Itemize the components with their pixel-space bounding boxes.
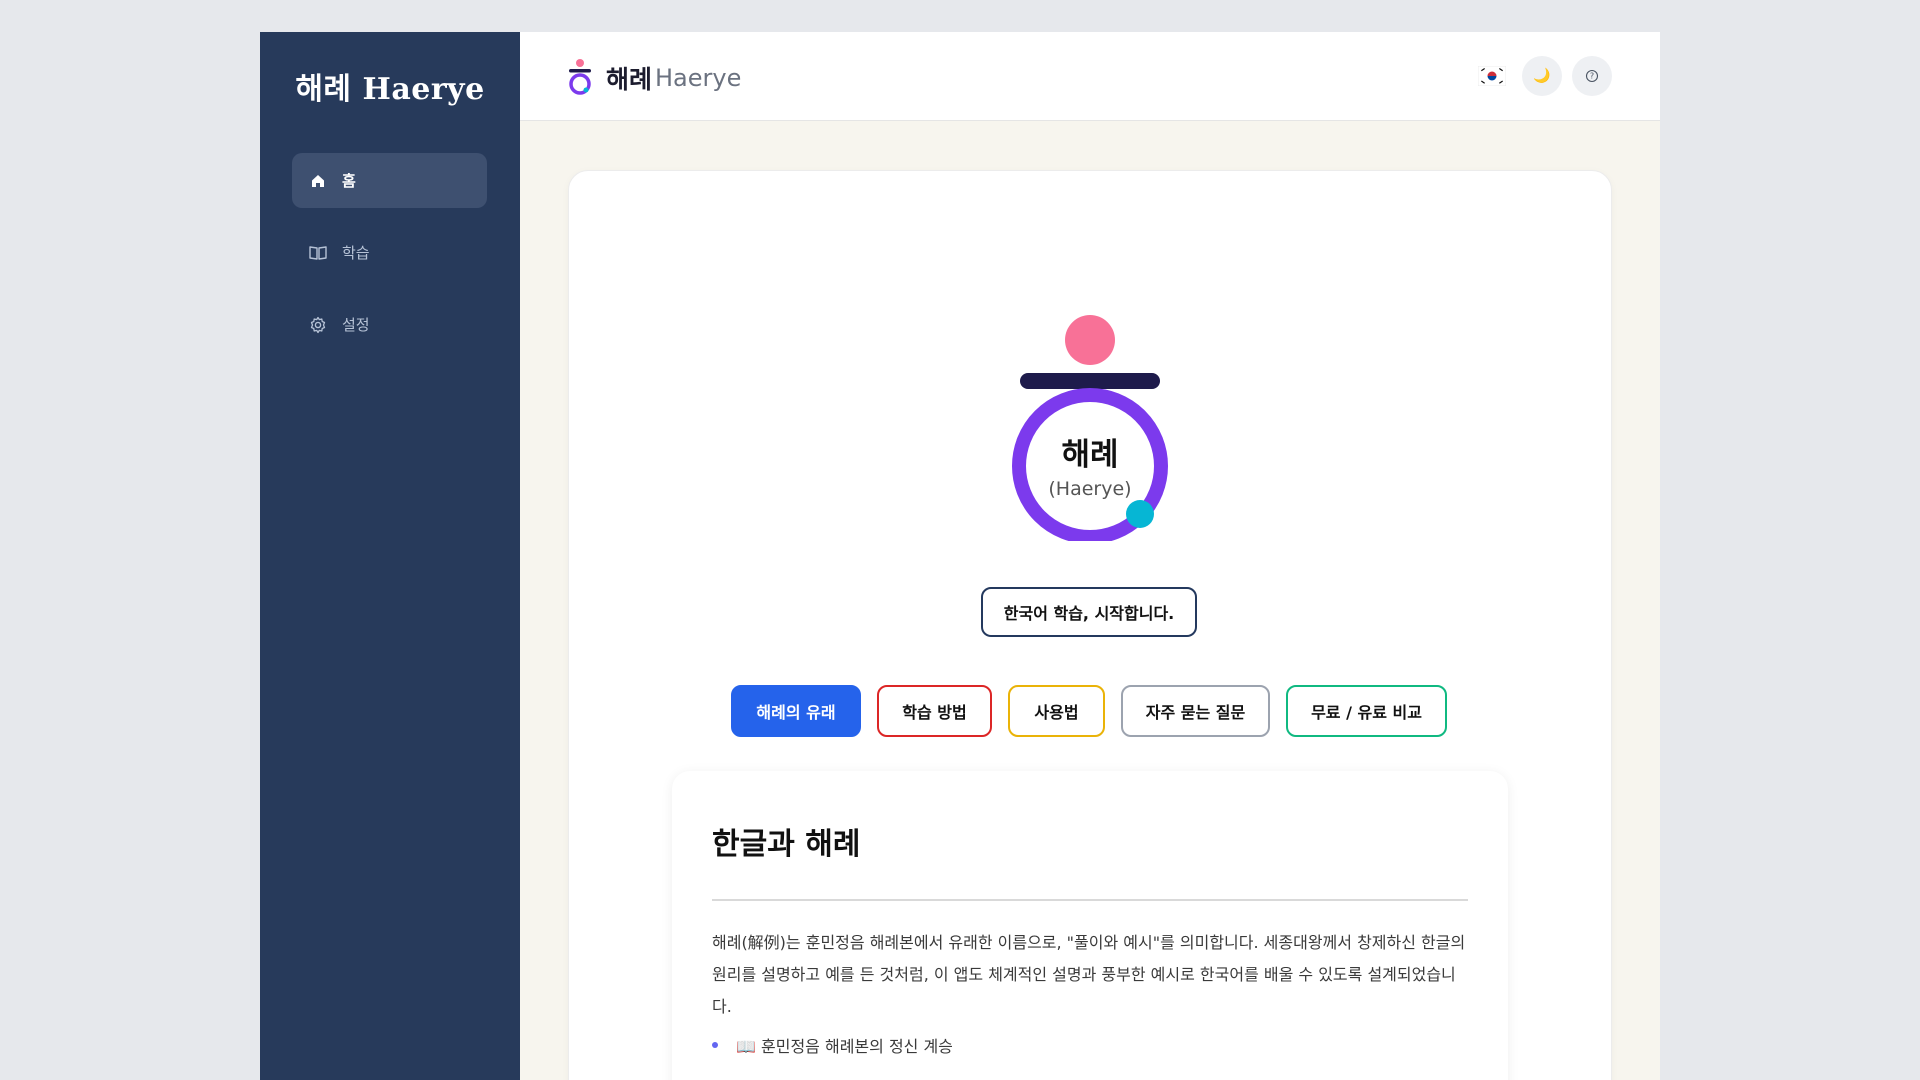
intro-card: 해례 (Haerye) 한국어 학습, 시작합니다. 해례의 유래 학습 방법 … [568, 170, 1612, 1080]
tab-origin[interactable]: 해례의 유래 [731, 685, 861, 737]
haerye-emblem: 해례 (Haerye) [1012, 315, 1168, 541]
top-bar: 해례 Haerye 🌙 ? [520, 32, 1660, 121]
sidebar-item-settings[interactable]: 설정 [292, 297, 487, 352]
sidebar-item-label: 홈 [342, 172, 356, 190]
tagline-button[interactable]: 한국어 학습, 시작합니다. [981, 587, 1197, 637]
sidebar-item-label: 설정 [342, 316, 370, 334]
haerye-logo-icon [569, 59, 591, 95]
header-actions: 🌙 ? [1472, 56, 1612, 96]
tab-free-vs-paid[interactable]: 무료 / 유료 비교 [1286, 685, 1447, 737]
tab-faq[interactable]: 자주 묻는 질문 [1121, 685, 1270, 737]
svg-text:(Haerye): (Haerye) [1048, 478, 1131, 500]
svg-text:?: ? [1590, 72, 1594, 81]
tab-learning-method[interactable]: 학습 방법 [877, 685, 992, 737]
tab-usage[interactable]: 사용법 [1008, 685, 1105, 737]
sidebar-item-label: 학습 [342, 244, 370, 262]
sidebar-brand: 해례 Haerye [295, 72, 485, 107]
content-paragraph: 해례(解例)는 훈민정음 해례본에서 유래한 이름으로, "풀이와 예시"를 의… [712, 933, 1466, 1016]
sidebar-nav: 홈 학습 설정 [292, 153, 487, 369]
info-tabs: 해례의 유래 학습 방법 사용법 자주 묻는 질문 무료 / 유료 비교 [731, 685, 1447, 737]
sidebar-item-learn[interactable]: 학습 [292, 225, 487, 280]
heading-divider [712, 899, 1468, 901]
help-icon: ? [1585, 69, 1599, 83]
language-button[interactable] [1472, 56, 1512, 96]
korean-flag-icon [1478, 66, 1506, 86]
bullet-dot-icon [712, 1042, 718, 1048]
help-button[interactable]: ? [1572, 56, 1612, 96]
book-icon [308, 243, 328, 263]
sidebar: 해례 Haerye 홈 학습 설정 [260, 32, 520, 1080]
list-item: 📖 훈민정음 해례본의 정신 계승 [712, 1033, 953, 1057]
main-area: 해례 Haerye 🌙 ? 해례 (Haerye) 한국어 학습, 시작합니다.… [520, 32, 1660, 1080]
app-window: 해례 Haerye 홈 학습 설정 해례 Haerye 🌙 ? 해례 (Haer… [260, 32, 1660, 1080]
home-icon [308, 171, 328, 191]
gear-icon [308, 315, 328, 335]
tab-content-panel: 한글과 해례 해례(解例)는 훈민정음 해례본에서 유래한 이름으로, "풀이와… [672, 771, 1508, 1080]
moon-icon: 🌙 [1533, 68, 1551, 84]
content-heading: 한글과 해례 [712, 827, 861, 862]
header-title: 해례 [606, 65, 653, 94]
dark-mode-button[interactable]: 🌙 [1522, 56, 1562, 96]
sidebar-item-home[interactable]: 홈 [292, 153, 487, 208]
header-subtitle: Haerye [655, 64, 742, 92]
svg-text:해례: 해례 [1061, 437, 1118, 473]
list-item-text: 📖 훈민정음 해례본의 정신 계승 [736, 1037, 953, 1056]
